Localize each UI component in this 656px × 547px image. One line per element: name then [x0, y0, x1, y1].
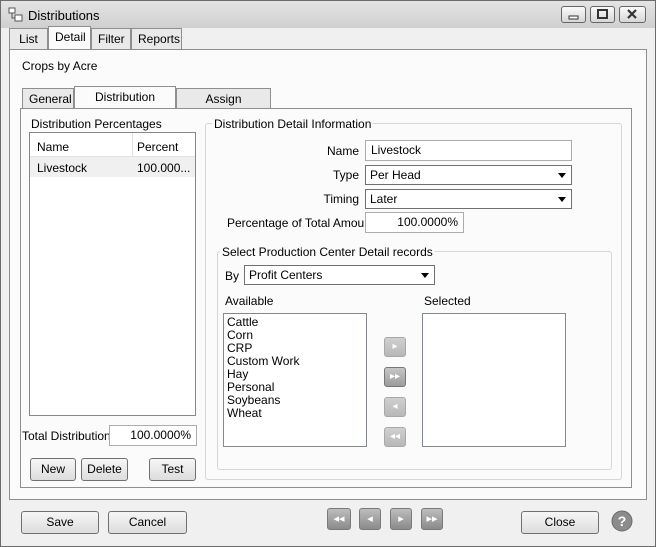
list-item[interactable]: Wheat	[227, 407, 366, 420]
available-list[interactable]: Cattle Corn CRP Custom Work Hay Personal…	[223, 313, 367, 447]
by-select[interactable]: Profit Centers	[244, 265, 435, 285]
type-select[interactable]: Per Head	[365, 165, 572, 185]
test-button[interactable]: Test	[149, 458, 196, 481]
next-record-icon[interactable]: ▸	[390, 508, 412, 530]
tab-detail[interactable]: Detail	[48, 26, 91, 50]
percentages-group-title: Distribution Percentages	[31, 117, 162, 131]
selected-list[interactable]	[422, 313, 566, 447]
percentages-grid[interactable]: Name Percent Livestock 100.000...	[29, 132, 196, 416]
new-button[interactable]: New	[30, 458, 76, 481]
record-name: Crops by Acre	[22, 59, 98, 73]
minimize-button[interactable]	[561, 6, 586, 23]
last-record-icon[interactable]: ▸▸	[421, 508, 443, 530]
column-percent[interactable]: Percent	[137, 140, 178, 154]
production-group-title: Select Production Center Detail records	[220, 245, 435, 259]
percentage-total-label: Percentage of Total Amount	[227, 216, 375, 230]
available-label: Available	[225, 294, 274, 308]
tab-list[interactable]: List	[9, 28, 48, 50]
chevron-down-icon	[421, 273, 429, 278]
column-name[interactable]: Name	[37, 140, 69, 154]
cancel-button[interactable]: Cancel	[108, 511, 187, 534]
type-label: Type	[332, 168, 359, 182]
column-divider	[132, 133, 133, 157]
timing-label: Timing	[323, 192, 359, 206]
total-distribution-label: Total Distribution	[22, 429, 111, 443]
close-window-button[interactable]	[619, 6, 646, 23]
save-button[interactable]: Save	[21, 511, 99, 534]
detail-group-title: Distribution Detail Information	[212, 117, 374, 131]
delete-button[interactable]: Delete	[81, 458, 128, 481]
first-record-icon[interactable]: ◂◂	[327, 508, 351, 530]
timing-select[interactable]: Later	[365, 189, 572, 209]
move-all-left-icon[interactable]: ◂◂	[384, 427, 406, 447]
selected-label: Selected	[424, 294, 471, 308]
move-left-icon[interactable]: ◂	[384, 397, 406, 417]
tab-distribution-detail[interactable]: Distribution Detail	[74, 86, 176, 124]
svg-text:?: ?	[618, 513, 627, 529]
percentage-total-field[interactable]: 100.0000%	[365, 212, 464, 233]
row-percent: 100.000...	[137, 161, 191, 175]
tab-filter[interactable]: Filter	[91, 28, 131, 50]
move-all-right-icon[interactable]: ▸▸	[384, 367, 406, 387]
by-label: By	[225, 269, 240, 283]
grid-header: Name Percent	[30, 133, 195, 157]
table-row[interactable]: Livestock 100.000...	[30, 157, 195, 177]
total-distribution-field: 100.0000%	[109, 425, 197, 446]
window-title: Distributions	[28, 8, 100, 23]
close-button[interactable]: Close	[521, 511, 599, 534]
previous-record-icon[interactable]: ◂	[359, 508, 381, 530]
by-value: Profit Centers	[249, 268, 323, 282]
move-right-icon[interactable]: ▸	[384, 337, 406, 357]
maximize-button[interactable]	[590, 6, 615, 23]
chevron-down-icon	[558, 173, 566, 178]
chevron-down-icon	[558, 197, 566, 202]
name-field[interactable]: Livestock	[365, 140, 572, 161]
tab-general[interactable]: General	[22, 88, 74, 110]
row-name: Livestock	[37, 161, 88, 175]
app-icon	[8, 7, 23, 22]
type-value: Per Head	[370, 168, 421, 182]
name-label: Name	[326, 144, 359, 158]
tab-reports[interactable]: Reports	[131, 28, 182, 50]
tab-assign-accounts[interactable]: Assign Accounts	[176, 88, 271, 126]
help-icon[interactable]: ?	[611, 510, 633, 532]
timing-value: Later	[370, 192, 398, 206]
